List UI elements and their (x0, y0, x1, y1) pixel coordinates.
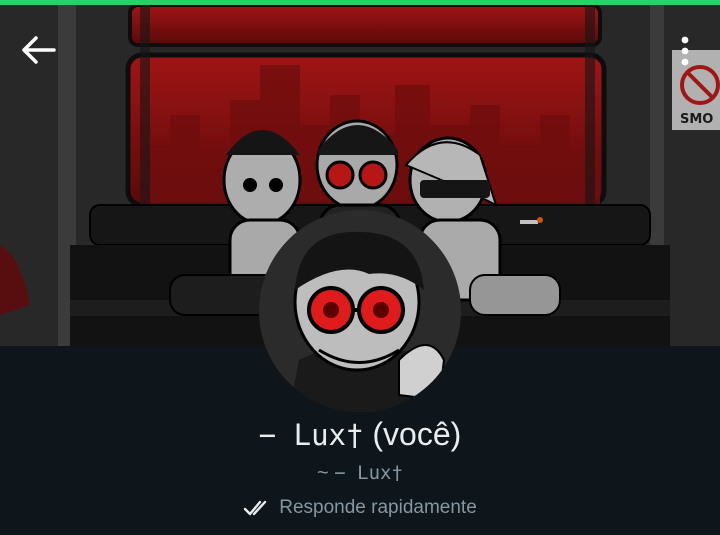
double-check-icon (244, 500, 267, 516)
profile-name-you-label: (você) (363, 416, 462, 452)
profile-about: ~ − Lux† (0, 459, 720, 487)
more-vertical-icon (681, 36, 689, 66)
back-button[interactable] (16, 30, 62, 70)
profile-about-prefix: ~ (317, 462, 335, 484)
profile-name-main: − Lux† (258, 418, 364, 452)
profile-avatar[interactable] (259, 210, 461, 412)
response-status-text: Responde rapidamente (279, 497, 477, 518)
profile-name: − Lux† (você) (0, 412, 720, 457)
profile-screen: SMO − Lux† (você) ~ − Lux† Responde rapi… (0, 0, 720, 535)
response-status: Responde rapidamente (0, 494, 720, 522)
profile-about-name: − Lux† (334, 462, 403, 484)
arrow-left-icon (22, 36, 56, 64)
more-options-button[interactable] (668, 30, 702, 74)
